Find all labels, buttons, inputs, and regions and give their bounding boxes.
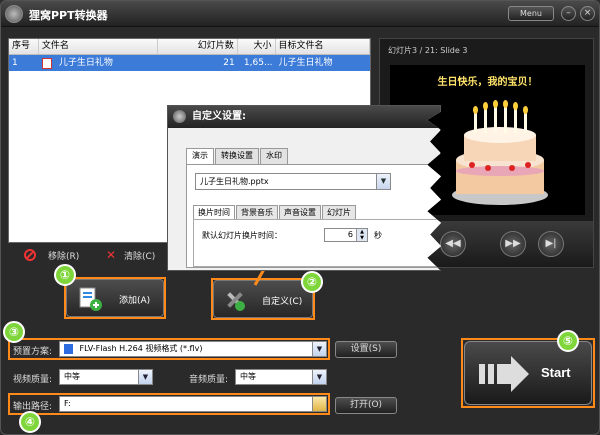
chevron-down-icon[interactable]: ▼ xyxy=(312,370,326,384)
audio-quality-value: 中等 xyxy=(240,372,256,381)
header-filename[interactable]: 文件名 xyxy=(39,39,159,54)
tab-conversion[interactable]: 转换设置 xyxy=(215,148,259,164)
step-badge-3: ③ xyxy=(3,321,25,343)
menu-button[interactable]: Menu xyxy=(508,6,554,21)
subtab-slides[interactable]: 幻灯片 xyxy=(322,205,356,219)
next-slide-button[interactable]: ▶▶ xyxy=(500,231,526,257)
add-button-label: 添加(A) xyxy=(119,296,151,306)
folder-icon[interactable] xyxy=(312,397,326,411)
remove-icon[interactable] xyxy=(24,249,36,261)
subtab-music[interactable]: 背景音乐 xyxy=(236,205,278,219)
row-size: 1,65... xyxy=(243,58,273,68)
previous-slide-button[interactable]: ◀◀ xyxy=(440,231,466,257)
chevron-down-icon[interactable]: ▼ xyxy=(376,174,390,189)
tools-icon xyxy=(227,292,245,311)
video-quality-select[interactable]: 中等 ▼ xyxy=(59,369,153,385)
audio-quality-select[interactable]: 中等 ▼ xyxy=(235,369,327,385)
step-badge-2: ② xyxy=(301,271,323,293)
header-size[interactable]: 大小 xyxy=(238,39,276,54)
dialog-panel: 儿子生日礼物.pptx ▼ 换片时间 背景音乐 声音设置 幻灯片 默认幻灯片换片… xyxy=(186,164,441,268)
minimize-button[interactable]: – xyxy=(561,6,576,21)
output-path-input[interactable]: F: xyxy=(59,396,327,412)
file-select-value: 儿子生日礼物.pptx xyxy=(200,177,269,186)
dialog-title: 自定义设置: xyxy=(168,106,440,128)
open-button[interactable]: 打开(O) xyxy=(335,397,397,414)
subtab-sound[interactable]: 声音设置 xyxy=(279,205,321,219)
timing-panel: 默认幻灯片换片时间： 6 ▲ ▼ 秒 xyxy=(193,219,441,267)
chevron-down-icon[interactable]: ▼ xyxy=(312,342,326,356)
app-window: 狸窝PPT转换器 Menu – × 序号 文件名 幻灯片数 大小 目标文件名 1… xyxy=(0,0,600,435)
table-row[interactable]: 1 儿子生日礼物 21 1,65... 儿子生日礼物 xyxy=(9,55,370,71)
audio-quality-label: 音频质量: xyxy=(189,375,229,385)
row-filename-cell: 儿子生日礼物 xyxy=(39,55,158,71)
tab-watermark[interactable]: 水印 xyxy=(260,148,288,164)
video-quality-label: 视频质量: xyxy=(13,375,53,385)
file-select[interactable]: 儿子生日礼物.pptx ▼ xyxy=(195,173,391,190)
row-slides: 21 xyxy=(223,58,235,68)
clear-link[interactable]: 清除(C) xyxy=(124,249,155,262)
seconds-unit: 秒 xyxy=(374,231,382,240)
chevron-down-icon[interactable]: ▼ xyxy=(138,370,152,384)
settings-button[interactable]: 设置(S) xyxy=(335,341,397,358)
list-header: 序号 文件名 幻灯片数 大小 目标文件名 xyxy=(9,39,371,55)
step-badge-4: ④ xyxy=(19,411,41,433)
header-target[interactable]: 目标文件名 xyxy=(276,39,371,54)
add-file-icon xyxy=(79,287,102,311)
app-logo-icon xyxy=(5,5,23,23)
row-target: 儿子生日礼物 xyxy=(278,58,333,68)
video-format-icon xyxy=(64,343,73,354)
output-path-value: F: xyxy=(64,399,71,408)
header-slides[interactable]: 幻灯片数 xyxy=(158,39,238,54)
custom-button-label: 自定义(C) xyxy=(262,297,303,307)
ppt-file-icon xyxy=(41,57,52,69)
start-label: Start xyxy=(541,365,571,380)
tab-presentation[interactable]: 演示 xyxy=(186,148,214,164)
dialog-tabs: 演示 转换设置 水印 xyxy=(186,148,289,164)
preset-label: 预置方案: xyxy=(13,347,53,357)
preset-value: FLV-Flash H.264 视频格式 (*.flv) xyxy=(79,344,203,353)
remove-link[interactable]: 移除(R) xyxy=(48,249,79,262)
header-index[interactable]: 序号 xyxy=(9,39,39,54)
last-slide-button[interactable]: ▶| xyxy=(538,231,564,257)
stepper-arrows-icon[interactable]: ▲ ▼ xyxy=(356,229,367,241)
app-title: 狸窝PPT转换器 xyxy=(29,9,108,22)
default-time-label: 默认幻灯片换片时间： xyxy=(202,231,282,240)
play-arrow-icon xyxy=(479,356,529,392)
dialog-icon xyxy=(173,110,186,123)
custom-settings-dialog: 自定义设置: 演示 转换设置 水印 儿子生日礼物.pptx ▼ 换片时间 背景音… xyxy=(167,105,441,271)
dialog-subtabs: 换片时间 背景音乐 声音设置 幻灯片 xyxy=(193,205,357,219)
subtab-timing[interactable]: 换片时间 xyxy=(193,205,235,219)
video-quality-value: 中等 xyxy=(64,372,80,381)
preset-select[interactable]: FLV-Flash H.264 视频格式 (*.flv) ▼ xyxy=(59,341,327,357)
row-index: 1 xyxy=(12,58,18,68)
preview-title: 幻灯片3 / 21: Slide 3 xyxy=(388,46,468,55)
row-filename: 儿子生日礼物 xyxy=(58,58,113,68)
default-time-value: 6 xyxy=(347,230,353,239)
title-bar: 狸窝PPT转换器 Menu – × xyxy=(1,1,599,27)
clear-icon[interactable]: ✕ xyxy=(106,249,118,261)
close-button[interactable]: × xyxy=(580,6,595,21)
output-path-label: 输出路径: xyxy=(13,402,53,412)
add-button[interactable]: 添加(A) xyxy=(66,279,164,317)
step-badge-1: ① xyxy=(54,264,76,286)
default-time-stepper[interactable]: 6 ▲ ▼ xyxy=(324,228,368,242)
step-badge-5: ⑤ xyxy=(557,330,579,352)
